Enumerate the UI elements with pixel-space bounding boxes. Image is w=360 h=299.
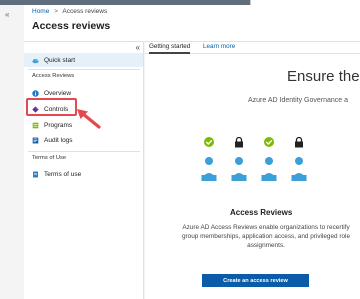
expand-menu-icon[interactable]: « bbox=[5, 10, 9, 19]
tab-bar: Getting started Learn more bbox=[145, 42, 360, 54]
hero-subtitle: Azure AD Identity Governance a bbox=[248, 97, 348, 104]
sidebar-item-quick-start[interactable]: Quick start bbox=[24, 53, 143, 67]
create-access-review-button[interactable]: Create an access review bbox=[202, 274, 309, 287]
person-figure bbox=[230, 136, 248, 187]
document-icon bbox=[33, 171, 38, 177]
info-icon bbox=[32, 89, 39, 97]
section-access-reviews: Access Reviews bbox=[32, 73, 75, 79]
cloud-icon bbox=[32, 58, 39, 63]
sidebar-item-label: Overview bbox=[44, 89, 72, 97]
sidebar-item-label: Quick start bbox=[44, 56, 76, 64]
page-title: Access reviews bbox=[32, 20, 111, 32]
portal-left-rail: « bbox=[0, 5, 24, 299]
main-panel: Getting started Learn more Ensure the Az… bbox=[145, 42, 360, 299]
sidebar-item-audit-logs[interactable]: Audit logs bbox=[24, 133, 143, 147]
approved-person-icon bbox=[261, 137, 277, 181]
tab-getting-started[interactable]: Getting started bbox=[149, 43, 191, 54]
breadcrumb: Home > Access reviews bbox=[32, 8, 107, 15]
controls-highlight-box bbox=[26, 98, 77, 116]
hero-title: Ensure the bbox=[287, 68, 360, 85]
reviewers-illustration bbox=[200, 136, 330, 187]
sidebar-item-terms-of-use[interactable]: Terms of use bbox=[24, 167, 143, 181]
tab-learn-more[interactable]: Learn more bbox=[203, 43, 235, 50]
locked-person-icon bbox=[231, 136, 247, 181]
card-description: Azure AD Access Reviews enable organizat… bbox=[181, 224, 351, 249]
locked-person-icon bbox=[291, 136, 307, 181]
sidebar: « Quick start Access Reviews Overview Co… bbox=[24, 42, 144, 299]
person-figure bbox=[290, 136, 308, 187]
breadcrumb-current[interactable]: Access reviews bbox=[62, 8, 107, 15]
section-terms-of-use: Terms of Use bbox=[32, 155, 67, 161]
approved-person-icon bbox=[201, 137, 217, 181]
sidebar-item-label: Audit logs bbox=[44, 136, 73, 144]
person-figure bbox=[200, 137, 218, 187]
sidebar-item-label: Programs bbox=[44, 121, 73, 129]
person-figure bbox=[260, 137, 278, 187]
programs-icon bbox=[32, 122, 39, 128]
divider bbox=[28, 69, 140, 70]
breadcrumb-home[interactable]: Home bbox=[32, 8, 49, 15]
sidebar-item-label: Terms of use bbox=[44, 170, 82, 178]
blade-header: Home > Access reviews Access reviews bbox=[24, 5, 360, 42]
card-title: Access Reviews bbox=[230, 208, 293, 217]
divider bbox=[28, 151, 140, 152]
breadcrumb-separator: > bbox=[54, 8, 58, 15]
collapse-sidebar-icon[interactable]: « bbox=[136, 43, 140, 52]
audit-log-icon bbox=[32, 137, 39, 143]
pointer-arrow-icon bbox=[77, 109, 101, 129]
